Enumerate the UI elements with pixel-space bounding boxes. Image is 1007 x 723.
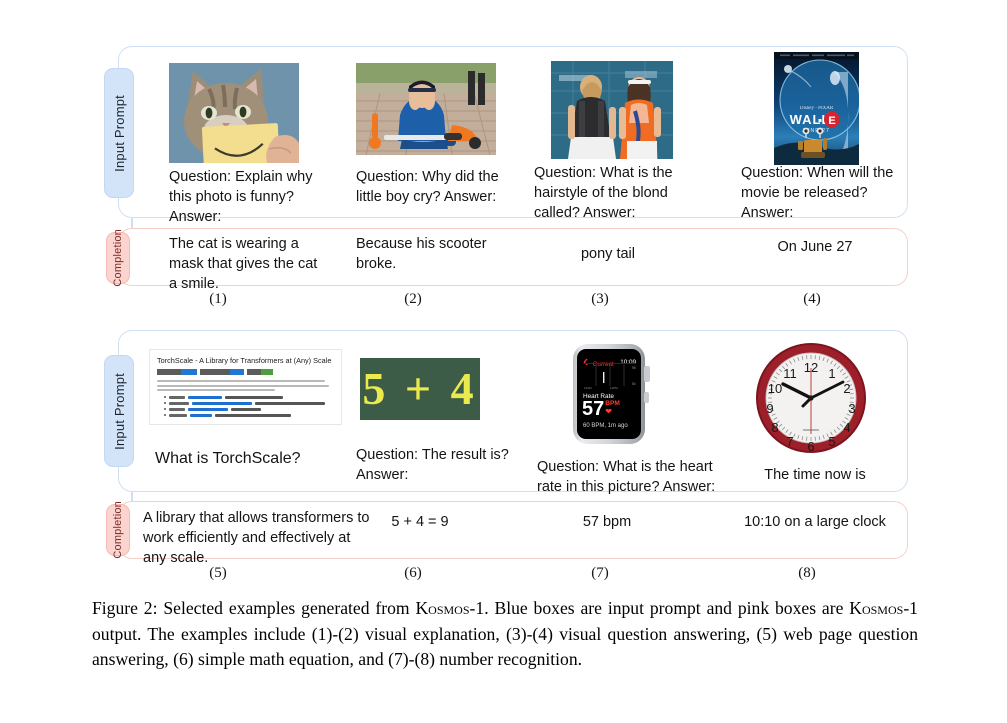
svg-text:10: 10 <box>768 381 782 396</box>
webpage-badges <box>157 369 334 375</box>
svg-text:98: 98 <box>632 366 636 370</box>
watch-crown <box>644 366 650 382</box>
completion-text-6: 5 + 4 = 9 <box>391 514 449 530</box>
example-index-6: (6) <box>404 565 422 581</box>
completion-text-8: 10:10 on a large clock <box>744 514 886 530</box>
boy-photo-art <box>356 63 496 155</box>
watch-bpm-unit: BPM <box>605 400 620 407</box>
input-prompt-tab-top: Input Prompt <box>104 68 134 198</box>
figure-caption: Figure 2: Selected examples generated fr… <box>92 598 918 669</box>
svg-text:8: 8 <box>771 420 778 435</box>
figure-page: Input Prompt Completion Question: Explai… <box>0 0 1007 723</box>
list-item <box>164 414 334 417</box>
example-index-1: (1) <box>209 291 227 307</box>
prompt-text-2: Question: Why did the little boy cry? An… <box>356 169 499 205</box>
tennis-photo-art <box>551 61 673 159</box>
webpage-paragraph <box>157 380 334 391</box>
svg-text:Disney · PIXAR: Disney · PIXAR <box>800 106 834 111</box>
prompt-text-5: What is TorchScale? <box>155 450 301 467</box>
chalkboard-math-equation: 5 + 4 <box>360 358 480 420</box>
svg-text:11PM: 11PM <box>610 386 618 389</box>
example-index-4: (4) <box>803 291 821 307</box>
prompt-text-8: The time now is <box>764 467 866 483</box>
list-item <box>164 408 334 411</box>
watch-heart-rate-graph: 98 54 11AM 11PM <box>583 363 636 390</box>
input-prompt-tab-label-bottom: Input Prompt <box>111 372 127 450</box>
badge-docs <box>200 369 244 375</box>
svg-text:E: E <box>828 115 835 127</box>
input-prompt-tab-bottom: Input Prompt <box>104 355 134 467</box>
prompt-text-6: Question: The result is? Answer: <box>356 447 509 483</box>
badge-license <box>247 369 273 375</box>
svg-text:1: 1 <box>828 366 835 381</box>
tennis-players-photo <box>551 61 673 159</box>
example-index-8: (8) <box>798 565 816 581</box>
svg-text:7: 7 <box>786 434 793 449</box>
watch-bpm-unit-group: BPM ❤ <box>604 399 620 416</box>
completion-tab-label-bottom: Completion <box>112 501 124 559</box>
completion-tab-top: Completion <box>106 229 130 287</box>
completion-text-2: Because his scooter broke. <box>356 236 487 272</box>
webpage-bullet-list <box>157 396 334 417</box>
prompt-text-1: Question: Explain why this photo is funn… <box>169 169 313 225</box>
example-index-5: (5) <box>209 565 227 581</box>
svg-text:5: 5 <box>828 434 835 449</box>
watch-footnote: 60 BPM, 1m ago <box>583 423 628 429</box>
svg-text:6: 6 <box>807 439 814 454</box>
svg-text:2: 2 <box>843 381 850 396</box>
prompt-text-3: Question: What is the hairstyle of the b… <box>534 165 673 221</box>
torchscale-webpage-screenshot: TorchScale - A Library for Transformers … <box>149 349 342 425</box>
completion-text-1: The cat is wearing a mask that gives the… <box>169 236 318 292</box>
apple-watch-heart-rate-screenshot: ‹ Current 10:09 98 54 11AM 11PM Heart Ra… <box>562 340 662 450</box>
watch-side-button <box>644 392 649 403</box>
list-item <box>164 402 334 405</box>
completion-text-7: 57 bpm <box>582 514 632 530</box>
example-index-3: (3) <box>591 291 609 307</box>
watch-value-row: 57 BPM ❤ <box>582 399 620 419</box>
chalkboard-equation-text: 5 + 4 <box>362 363 478 414</box>
cat-with-smiley-note-photo <box>169 63 299 163</box>
red-wall-clock-photo: 12 1 2 3 4 5 6 7 8 9 10 11 <box>755 342 867 454</box>
example-index-2: (2) <box>404 291 422 307</box>
walle-poster-art: Disney · PIXAR WALL E JUNE 27 <box>774 52 859 165</box>
watch-screen: ‹ Current 10:09 98 54 11AM 11PM Heart Ra… <box>577 349 641 439</box>
watch-bpm-value: 57 <box>582 398 605 420</box>
completion-text-5: A library that allows transformers to wo… <box>143 510 370 566</box>
completion-text-4: On June 27 <box>777 239 853 255</box>
completion-tab-label: Completion <box>112 229 124 287</box>
crying-boy-with-scooter-photo <box>356 63 496 155</box>
badge-build <box>157 369 197 375</box>
svg-text:3: 3 <box>848 401 855 416</box>
wall-e-movie-poster: Disney · PIXAR WALL E JUNE 27 <box>774 52 859 165</box>
cat-photo-art <box>169 63 299 163</box>
input-prompt-tab-label: Input Prompt <box>111 94 127 172</box>
svg-text:11: 11 <box>783 366 797 381</box>
heart-icon: ❤ <box>605 407 612 416</box>
svg-text:11AM: 11AM <box>584 386 592 389</box>
list-item <box>164 396 334 399</box>
svg-text:54: 54 <box>632 382 636 386</box>
prompt-text-4: Question: When will the movie be release… <box>741 165 894 221</box>
svg-text:4: 4 <box>843 420 850 435</box>
watch-graph-art: 98 54 11AM 11PM <box>584 364 636 390</box>
prompt-text-7: Question: What is the heart rate in this… <box>537 459 716 495</box>
completion-text-3: pony tail <box>580 246 635 262</box>
webpage-title: TorchScale - A Library for Transformers … <box>157 356 332 365</box>
svg-text:9: 9 <box>766 401 773 416</box>
completion-tab-bottom: Completion <box>106 501 130 559</box>
wall-clock-art: 12 1 2 3 4 5 6 7 8 9 10 11 <box>756 343 866 454</box>
example-index-7: (7) <box>591 565 609 581</box>
